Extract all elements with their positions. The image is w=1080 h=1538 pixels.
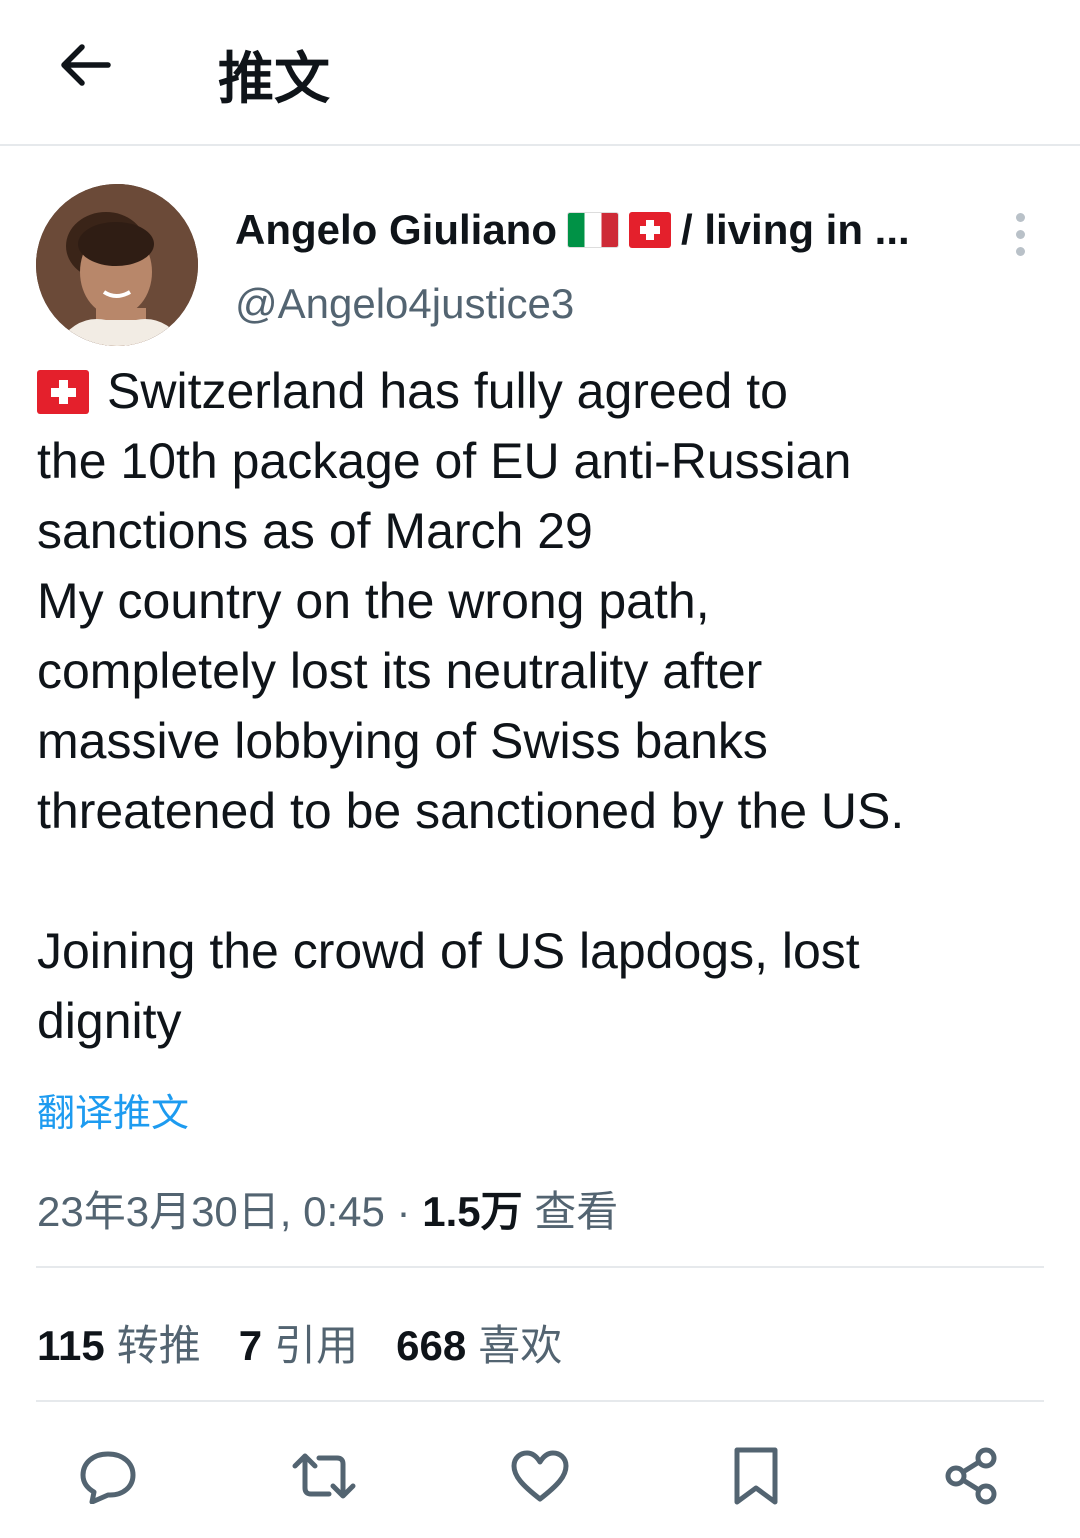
share-icon — [945, 1447, 997, 1505]
author-handle[interactable]: @Angelo4justice3 — [235, 280, 574, 328]
tweet-meta: 23年3月30日, 0:45 · 1.5万 查看 — [37, 1178, 618, 1239]
timestamp[interactable]: 23年3月30日, 0:45 — [37, 1188, 385, 1235]
top-bar: 推文 — [0, 0, 1080, 146]
author-name-suffix: / living in ... — [681, 206, 910, 253]
divider — [36, 1400, 1044, 1402]
page-title: 推文 — [218, 47, 330, 112]
more-vertical-icon[interactable] — [1000, 206, 1040, 262]
likes-stat[interactable]: 668 喜欢 — [396, 1312, 562, 1373]
retweet-icon — [292, 1453, 356, 1499]
tweet-line: the 10th package of EU anti-Russian — [37, 433, 852, 489]
retweet-button[interactable] — [284, 1436, 364, 1516]
tweet-line: sanctions as of March 29 — [37, 503, 593, 559]
heart-icon — [511, 1450, 569, 1502]
arrow-left-icon — [61, 44, 111, 86]
switzerland-flag-icon — [37, 370, 89, 414]
retweets-stat[interactable]: 115 转推 — [37, 1312, 201, 1373]
italy-flag-icon — [567, 212, 619, 248]
tweet-line: completely lost its neutrality after — [37, 643, 763, 699]
tweet-line: dignity — [37, 993, 182, 1049]
engagement-stats: 115 转推 7 引用 668 喜欢 — [37, 1312, 562, 1373]
tweet-line: massive lobbying of Swiss banks — [37, 713, 768, 769]
tweet-text: Switzerland has fully agreed to the 10th… — [37, 356, 1047, 1056]
quotes-stat[interactable]: 7 引用 — [239, 1312, 358, 1373]
back-button[interactable] — [50, 30, 120, 100]
tweet-line: My country on the wrong path, — [37, 573, 710, 629]
divider — [36, 1266, 1044, 1268]
share-button[interactable] — [932, 1436, 1012, 1516]
switzerland-flag-icon — [629, 212, 671, 248]
author-name: Angelo Giuliano — [235, 206, 557, 253]
reply-button[interactable] — [68, 1436, 148, 1516]
avatar[interactable] — [36, 184, 198, 346]
views-label: 查看 — [534, 1188, 619, 1235]
meta-separator: · — [396, 1188, 411, 1235]
like-button[interactable] — [500, 1436, 580, 1516]
tweet-line: threatened to be sanctioned by the US. — [37, 783, 905, 839]
tweet-line: Joining the crowd of US lapdogs, lost — [37, 923, 860, 979]
bookmark-button[interactable] — [716, 1436, 796, 1516]
views-count: 1.5万 — [422, 1188, 523, 1235]
author-name-row[interactable]: Angelo Giuliano / living in ... — [235, 206, 910, 254]
translate-tweet-link[interactable]: 翻译推文 — [37, 1082, 189, 1137]
action-bar — [0, 1436, 1080, 1516]
bookmark-icon — [734, 1447, 778, 1505]
reply-icon — [80, 1451, 136, 1504]
avatar-photo — [36, 184, 198, 346]
tweet-line: Switzerland has fully agreed to — [37, 356, 1047, 426]
